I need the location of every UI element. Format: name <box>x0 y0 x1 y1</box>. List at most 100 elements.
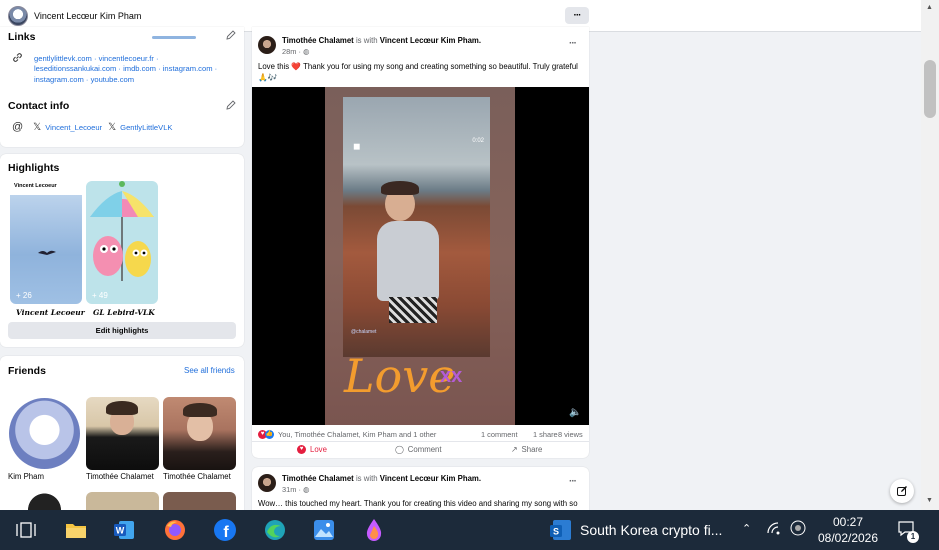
post-tagged-name[interactable]: Vincent Lecœur Kim Pham. <box>380 474 481 483</box>
post-time-text: 31m <box>282 485 297 494</box>
links-list: gentlylittlevk.com · vincentlecoeur.fr ·… <box>34 54 218 84</box>
facebook-icon[interactable]: f <box>212 517 238 543</box>
compose-icon <box>897 486 907 496</box>
video-square-icon: ◼ <box>353 141 361 151</box>
friend-photo[interactable] <box>86 492 159 510</box>
friend-name[interactable]: Timothée Chalamet <box>86 472 154 481</box>
highlight-count: + 26 <box>16 291 32 300</box>
svg-text:S: S <box>553 527 559 537</box>
video-tag: @chalamet <box>351 329 377 335</box>
post-video[interactable]: ◼ 0:02 @chalamet Love xx 🔈 <box>252 87 589 425</box>
news-headline[interactable]: South Korea crypto fi... <box>580 522 722 538</box>
post-more-button[interactable]: ··· <box>569 476 577 487</box>
link-url[interactable]: gentlylittlevk.com <box>34 54 92 63</box>
scroll-up-arrow-icon[interactable]: ▲ <box>926 4 933 11</box>
video-love-text: Love <box>344 349 456 403</box>
highlight-tile[interactable]: + 49 <box>86 181 158 304</box>
chevron-up-icon[interactable]: ⌃ <box>742 522 751 535</box>
file-explorer-icon[interactable] <box>63 517 89 543</box>
news-widget-icon[interactable]: S <box>548 517 574 543</box>
link-url[interactable]: instagram.com <box>163 64 213 73</box>
person-sweater <box>377 221 439 301</box>
contact-row: @ 𝕏 Vincent_Lecoeur 𝕏 GentlyLittleVLK <box>12 121 173 133</box>
system-clock[interactable]: 00:27 08/02/2026 <box>816 514 880 546</box>
post-tagged-name[interactable]: Vincent Lecœur Kim Pham. <box>380 36 481 45</box>
post-author-name[interactable]: Timothée Chalamet <box>282 36 354 45</box>
comment-label: Comment <box>407 445 442 454</box>
post-with-text: is with <box>355 36 378 45</box>
at-sign-icon: @ <box>12 121 24 133</box>
firefox-icon[interactable] <box>162 517 188 543</box>
friend-photo[interactable] <box>163 492 236 510</box>
notification-badge: 1 <box>907 531 919 543</box>
edit-highlights-button[interactable]: Edit highlights <box>8 322 236 339</box>
friend-photo[interactable] <box>8 397 81 470</box>
post-time-text: 28m <box>282 47 297 56</box>
post-timestamp[interactable]: 28m · ◍ <box>282 47 309 56</box>
onedrive-status-icon[interactable] <box>790 520 806 538</box>
scroll-down-arrow-icon[interactable]: ▼ <box>926 497 933 504</box>
reactions-summary[interactable]: ♥ 👍 You, Timothée Chalamet, Kim Pham and… <box>258 430 436 439</box>
page-scrollbar[interactable]: ▲ ▼ <box>921 0 939 510</box>
friend-avatar-circle <box>9 398 80 469</box>
x-account-link[interactable]: Vincent_Lecoeur <box>45 123 102 132</box>
post-author-avatar[interactable] <box>258 36 276 54</box>
svg-text:W: W <box>116 526 125 536</box>
edit-links-pencil-icon[interactable] <box>226 30 236 40</box>
edit-contact-pencil-icon[interactable] <box>226 100 236 110</box>
highlight-tile[interactable]: Vincent Lecoeur + 26 <box>10 181 82 304</box>
link-url[interactable]: imdb.com <box>123 64 156 73</box>
clock-time: 00:27 <box>832 515 864 529</box>
highlight-label[interactable]: GL Lebird-VLK <box>93 308 155 317</box>
profile-avatar[interactable] <box>8 5 28 26</box>
compose-message-button[interactable] <box>890 479 914 503</box>
task-view-icon[interactable] <box>13 517 39 543</box>
friend-photo[interactable] <box>86 397 159 470</box>
photos-icon[interactable] <box>311 517 337 543</box>
post-text: Wow… this touched my heart. Thank you fo… <box>258 499 578 508</box>
active-app-indicator <box>152 36 196 39</box>
x-account-link[interactable]: GentlyLittleVLK <box>120 123 172 132</box>
person-shorts <box>389 297 437 323</box>
svg-text:f: f <box>223 524 229 541</box>
friend-name[interactable]: Kim Pham <box>8 472 44 481</box>
comment-button[interactable]: ◯ Comment <box>395 445 442 454</box>
share-button[interactable]: ↗ Share <box>511 445 542 454</box>
comments-count[interactable]: 1 comment <box>481 430 518 439</box>
mute-icon[interactable]: 🔈 <box>569 407 581 418</box>
post-author-avatar[interactable] <box>258 474 276 492</box>
post-more-button[interactable]: ··· <box>569 38 577 49</box>
link-url[interactable]: leseditionssankukai.com <box>34 64 116 73</box>
more-options-button[interactable]: ··· <box>565 7 589 24</box>
share-label: Share <box>521 445 543 454</box>
like-reaction-icon: 👍 <box>265 430 274 439</box>
link-url[interactable]: vincentlecoeur.fr <box>99 54 154 63</box>
contact-heading: Contact info <box>8 100 70 112</box>
love-label: Love <box>310 445 327 454</box>
x-logo-icon: 𝕏 <box>33 121 42 133</box>
shares-count[interactable]: 1 share <box>533 430 558 439</box>
scroll-thumb[interactable] <box>924 60 936 118</box>
profile-name[interactable]: Vincent Lecœur Kim Pham <box>34 11 141 21</box>
link-url[interactable]: youtube.com <box>91 75 134 84</box>
views-count: 8 views <box>558 430 583 439</box>
paint-drop-icon[interactable] <box>361 517 387 543</box>
love-button[interactable]: ♥ Love <box>297 445 327 454</box>
word-icon[interactable]: W <box>111 517 137 543</box>
friend-photo[interactable] <box>8 492 81 510</box>
post-timestamp[interactable]: 31m · ◍ <box>282 485 309 494</box>
friend-photo[interactable] <box>163 397 236 470</box>
friend-name[interactable]: Timothée Chalamet <box>163 472 231 481</box>
post-author-name[interactable]: Timothée Chalamet <box>282 474 354 483</box>
link-url[interactable]: instagram.com <box>34 75 84 84</box>
video-inner-frame: ◼ 0:02 @chalamet <box>343 97 490 357</box>
video-timer: 0:02 <box>472 138 484 144</box>
see-all-friends-link[interactable]: See all friends <box>184 366 235 375</box>
edge-icon[interactable] <box>262 517 288 543</box>
globe-icon: ◍ <box>302 485 310 494</box>
post-text: Love this ❤️ Thank you for using my song… <box>258 62 578 82</box>
highlight-count: + 49 <box>92 291 108 300</box>
reactions-text: You, Timothée Chalamet, Kim Pham and 1 o… <box>278 430 437 439</box>
wifi-icon[interactable] <box>766 521 784 537</box>
highlight-label[interactable]: Vincent Lecoeur <box>16 308 85 317</box>
